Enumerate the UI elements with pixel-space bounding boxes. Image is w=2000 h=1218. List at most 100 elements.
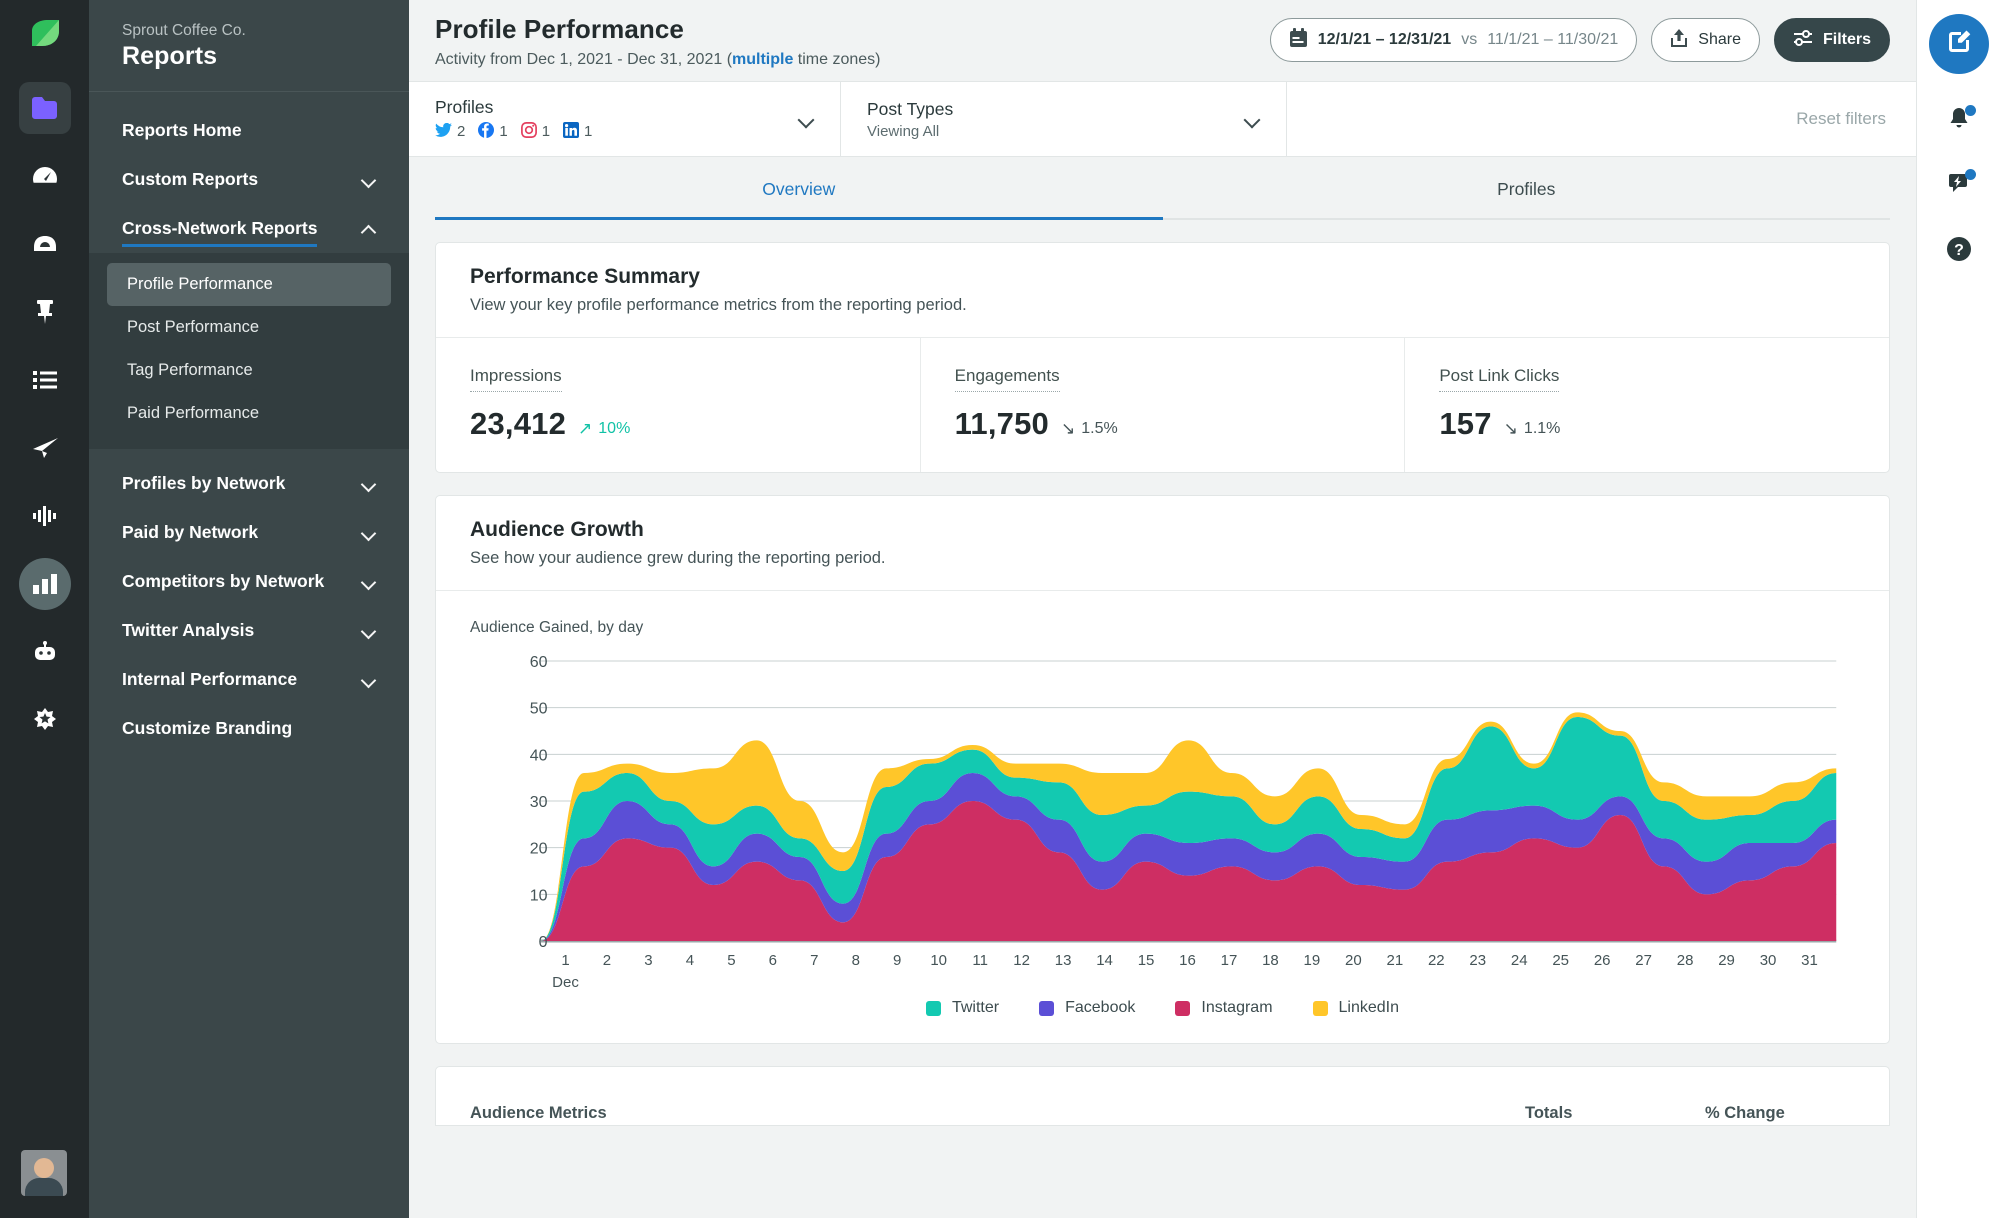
metric-engagements: Engagements 11,750 ↘ 1.5%	[921, 338, 1406, 472]
rail-item-smart-inbox[interactable]	[19, 218, 71, 270]
notification-badge	[1964, 105, 1976, 116]
trend-down-icon: ↘	[1060, 419, 1076, 438]
help-button[interactable]: ?	[1942, 232, 1976, 266]
rail-item-reviews[interactable]	[19, 694, 71, 746]
sidebar-item-profile-performance[interactable]: Profile Performance	[107, 263, 391, 306]
legend-item-linkedin[interactable]: LinkedIn	[1312, 999, 1399, 1017]
legend-item-twitter[interactable]: Twitter	[925, 999, 999, 1017]
sidebar-item-reports-home[interactable]: Reports Home	[89, 106, 409, 155]
post-types-filter[interactable]: Post Types Viewing All	[841, 82, 1287, 156]
sidebar-item-twitter-analysis[interactable]: Twitter Analysis	[89, 606, 409, 655]
subtitle-prefix: Activity from Dec 1, 2021 - Dec 31, 2021…	[435, 51, 733, 68]
metric-label[interactable]: Post Link Clicks	[1439, 366, 1560, 392]
share-icon	[1670, 28, 1688, 53]
sidebar-item-custom-reports[interactable]: Custom Reports	[89, 155, 409, 204]
profile-count-instagram: 1	[520, 121, 550, 142]
page-header-text: Profile Performance Activity from Dec 1,…	[435, 14, 881, 69]
profiles-filter[interactable]: Profiles 2 1 1 1	[409, 82, 841, 156]
rail-item-pinned[interactable]	[19, 286, 71, 338]
report-tabs: Overview Profiles	[435, 157, 1890, 220]
sprout-leaf-logo[interactable]	[22, 14, 68, 60]
feedback-button[interactable]	[1942, 168, 1976, 202]
timezone-link[interactable]: multiple	[732, 51, 793, 68]
audience-growth-chart-section: Audience Gained, by day 0 10 20 30 40 50 60 1 2 3…	[436, 590, 1889, 1043]
sidebar-item-cross-network-reports[interactable]: Cross-Network Reports	[89, 204, 409, 253]
legend-item-instagram[interactable]: Instagram	[1175, 999, 1273, 1017]
sidebar-item-internal-performance[interactable]: Internal Performance	[89, 655, 409, 704]
profile-count-linkedin: 1	[563, 121, 593, 142]
rail-item-listening[interactable]	[19, 490, 71, 542]
sidebar-item-competitors-by-network[interactable]: Competitors by Network	[89, 557, 409, 606]
audience-growth-chart: 0 10 20 30 40 50 60 1 2 3 4 5 6 7 8 9 10 11 12 13 14 15 16 17 18…	[470, 651, 1855, 991]
metric-delta: ↘ 1.5%	[1061, 420, 1118, 438]
chevron-down-icon	[362, 528, 376, 537]
sidebar-subitem-label: Tag Performance	[127, 361, 253, 379]
header-actions: 12/1/21 – 12/31/21 vs 11/1/21 – 11/30/21…	[1269, 14, 1890, 62]
post-types-filter-content: Post Types Viewing All	[867, 99, 953, 140]
sidebar-item-label: Competitors by Network	[122, 571, 325, 591]
legend-swatch-linkedin	[1312, 1000, 1328, 1016]
instagram-icon	[520, 121, 537, 142]
avatar[interactable]	[21, 1150, 67, 1196]
profile-count-facebook: 1	[478, 121, 508, 142]
sidebar-subitem-label: Profile Performance	[127, 275, 273, 293]
card-description: View your key profile performance metric…	[470, 296, 967, 314]
sidebar-item-label: Paid by Network	[122, 522, 259, 542]
sidebar-item-paid-by-network[interactable]: Paid by Network	[89, 508, 409, 557]
reset-filters-button[interactable]: Reset filters	[1766, 82, 1916, 156]
post-types-filter-label: Post Types	[867, 98, 954, 119]
sidebar-item-label: Internal Performance	[122, 669, 298, 689]
sidebar-item-tag-performance[interactable]: Tag Performance	[107, 349, 391, 392]
sidebar-item-paid-performance[interactable]: Paid Performance	[107, 392, 391, 435]
summary-metrics: Impressions 23,412 ↗ 10% Engagements 11,…	[436, 337, 1889, 472]
compose-button[interactable]	[1928, 14, 1989, 74]
filters-button[interactable]: Filters	[1773, 18, 1890, 62]
date-range-picker[interactable]: 12/1/21 – 12/31/21 vs 11/1/21 – 11/30/21	[1269, 18, 1638, 62]
sliders-icon	[1793, 28, 1813, 53]
sidebar-subnav: Profile Performance Post Performance Tag…	[89, 253, 409, 449]
chevron-down-icon	[1244, 114, 1260, 124]
card-title: Audience Growth	[470, 518, 644, 541]
sidebar-item-profiles-by-network[interactable]: Profiles by Network	[89, 459, 409, 508]
legend-item-facebook[interactable]: Facebook	[1039, 999, 1135, 1017]
rail-item-bot-builder[interactable]	[19, 626, 71, 678]
linkedin-icon	[563, 121, 580, 142]
column-header-totals: Totals	[1525, 1104, 1573, 1122]
tab-overview[interactable]: Overview	[435, 157, 1163, 220]
profile-count-value: 1	[584, 123, 593, 140]
sidebar-item-label: Profiles by Network	[122, 473, 286, 493]
chevron-down-icon	[362, 675, 376, 684]
performance-summary-header: Performance Summary View your key profil…	[436, 243, 1889, 337]
rail-item-reports[interactable]	[18, 558, 71, 610]
metric-row: 157 ↘ 1.1%	[1439, 406, 1855, 442]
sidebar-item-customize-branding[interactable]: Customize Branding	[89, 704, 409, 753]
date-compare-prefix: vs	[1461, 31, 1478, 48]
app-root: Sprout Coffee Co. Reports Reports Home C…	[0, 0, 2000, 1218]
account-name: Sprout Coffee Co.	[122, 22, 246, 39]
tab-profiles[interactable]: Profiles	[1163, 157, 1891, 218]
chart-legend: Twitter Facebook Instagram LinkedIn	[470, 981, 1855, 1025]
metric-delta: ↗ 10%	[578, 420, 630, 438]
sidebar-item-label: Cross-Network Reports	[122, 218, 318, 247]
sidebar-item-post-performance[interactable]: Post Performance	[107, 306, 391, 349]
metric-post-link-clicks: Post Link Clicks 157 ↘ 1.1%	[1405, 338, 1889, 472]
stacked-area-chart-svg	[540, 651, 1855, 981]
share-label: Share	[1698, 31, 1741, 48]
notifications-button[interactable]	[1942, 104, 1976, 138]
chart-caption: Audience Gained, by day	[470, 619, 644, 636]
rail-item-dashboard[interactable]	[19, 150, 71, 202]
sidebar-item-label: Reports Home	[122, 120, 242, 140]
metric-label[interactable]: Impressions	[470, 366, 562, 392]
chevron-down-icon	[362, 577, 376, 586]
rail-item-tasks-list[interactable]	[19, 354, 71, 406]
post-types-filter-value: Viewing All	[867, 122, 940, 140]
facebook-icon	[478, 121, 495, 142]
legend-swatch-twitter	[925, 1000, 941, 1016]
rail-item-publishing-send[interactable]	[19, 422, 71, 474]
card-title: Performance Summary	[470, 265, 700, 288]
metric-row: 23,412 ↗ 10%	[470, 406, 886, 442]
rail-item-publishing-folder[interactable]	[18, 82, 71, 134]
sidebar-nav-list: Reports Home Custom Reports Cross-Networ…	[89, 92, 409, 753]
share-button[interactable]: Share	[1651, 18, 1760, 62]
metric-label[interactable]: Engagements	[954, 366, 1060, 392]
